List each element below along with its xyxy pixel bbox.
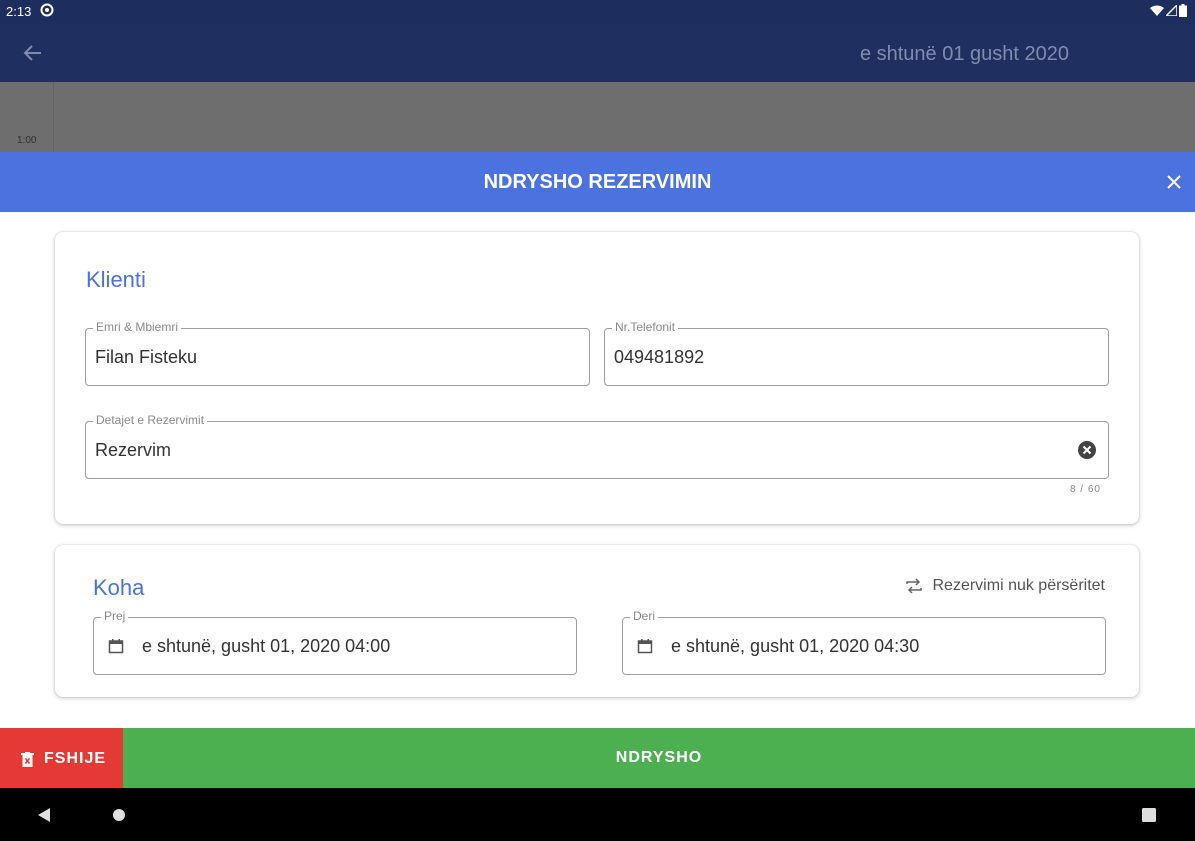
time-card: Koha Rezervimi nuk përsëritet Prej e sht…: [55, 545, 1139, 697]
calendar-icon: [108, 639, 124, 654]
time-section-title: Koha: [93, 575, 145, 600]
status-icons: [1150, 4, 1187, 17]
phone-field[interactable]: Nr.Telefonit 049481892: [604, 320, 1109, 386]
to-date-field[interactable]: Deri e shtunë, gusht 01, 2020 04:30: [622, 609, 1106, 675]
from-date-label: Prej: [101, 609, 129, 623]
app-bar-date: e shtunë 01 gusht 2020: [859, 43, 1069, 65]
details-char-counter: 8 / 60: [1069, 484, 1101, 495]
repeat-label: Rezervimi nuk përsëritet: [932, 577, 1106, 594]
nav-back-icon[interactable]: [38, 808, 50, 822]
signal-icon: [1166, 5, 1177, 16]
name-field[interactable]: Emri & Mbiemri Filan Fisteku: [85, 320, 590, 386]
repeat-toggle[interactable]: Rezervimi nuk përsëritet: [905, 577, 1106, 595]
client-section-title: Klienti: [86, 267, 146, 292]
name-field-label: Emri & Mbiemri: [93, 320, 182, 334]
battery-icon: [1179, 4, 1187, 17]
details-field[interactable]: Detajet e Rezervimit Rezervim: [85, 413, 1109, 479]
clear-icon[interactable]: [1078, 441, 1096, 459]
wifi-icon: [1150, 5, 1164, 16]
save-button[interactable]: NDRYSHO: [123, 728, 1195, 788]
to-date-label: Deri: [630, 609, 659, 623]
client-card: Klienti Emri & Mbiemri Filan Fisteku Nr.…: [55, 232, 1139, 524]
status-app-icon: [40, 3, 54, 17]
dialog-header: NDRYSHO REZERVIMIN: [0, 152, 1195, 212]
details-field-value[interactable]: Rezervim: [95, 440, 171, 461]
status-bar: 2:13: [0, 0, 1195, 24]
from-date-value[interactable]: e shtunë, gusht 01, 2020 04:00: [142, 636, 390, 657]
nav-home-icon[interactable]: [112, 808, 126, 822]
delete-label: FSHIJE: [44, 750, 107, 767]
phone-field-label: Nr.Telefonit: [612, 320, 679, 334]
back-arrow-icon[interactable]: [22, 42, 44, 64]
from-date-field[interactable]: Prej e shtunë, gusht 01, 2020 04:00: [93, 609, 577, 675]
calendar-icon: [637, 639, 653, 654]
details-field-label: Detajet e Rezervimit: [93, 413, 208, 427]
phone-field-value[interactable]: 049481892: [614, 347, 704, 368]
nav-bar: [0, 788, 1195, 841]
dialog-title: NDRYSHO REZERVIMIN: [483, 171, 712, 193]
hour-gutter: 1:00: [0, 82, 54, 152]
save-label: NDRYSHO: [615, 749, 703, 766]
nav-recents-icon[interactable]: [1142, 808, 1156, 822]
status-time: 2:13: [6, 4, 32, 19]
action-bar: FSHIJE NDRYSHO: [0, 728, 1195, 788]
dialog-body: Klienti Emri & Mbiemri Filan Fisteku Nr.…: [0, 212, 1195, 728]
to-date-value[interactable]: e shtunë, gusht 01, 2020 04:30: [671, 636, 919, 657]
repeat-icon: [905, 578, 922, 594]
name-field-value[interactable]: Filan Fisteku: [95, 347, 197, 368]
hour-label: 1:00: [17, 135, 37, 146]
trash-icon: [21, 751, 34, 767]
delete-button[interactable]: FSHIJE: [0, 728, 123, 788]
app-bar: e shtunë 01 gusht 2020: [0, 24, 1195, 82]
close-icon[interactable]: [1167, 175, 1181, 189]
calendar-backdrop: 1:00: [0, 82, 1195, 152]
